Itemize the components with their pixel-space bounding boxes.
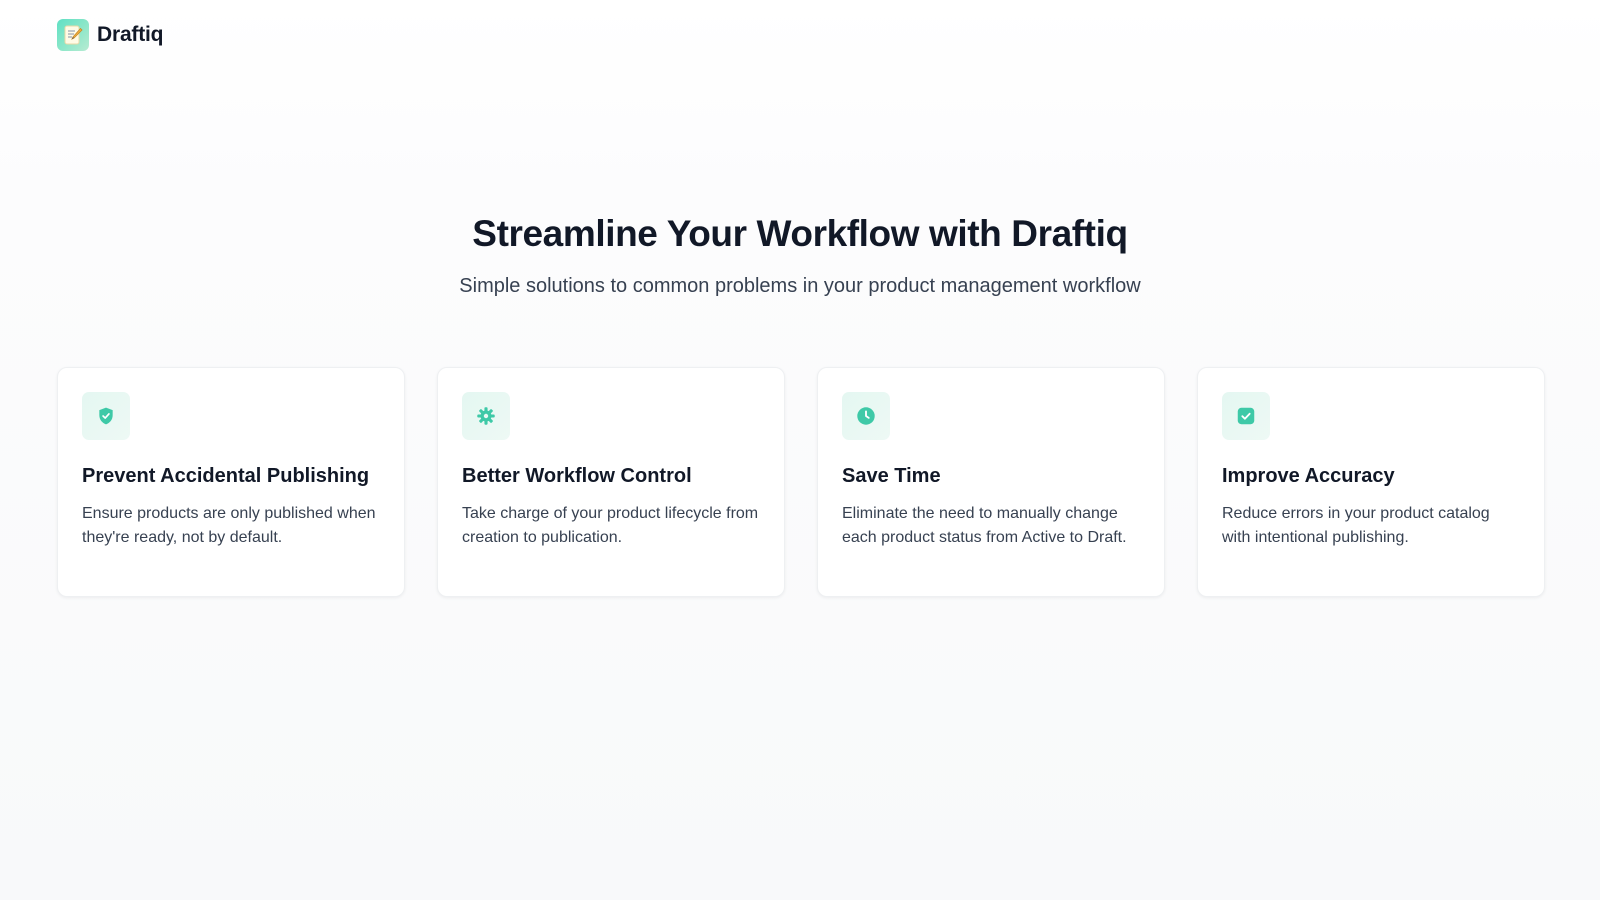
feature-card-save-time: Save Time Eliminate the need to manually… <box>817 367 1165 597</box>
memo-pencil-icon <box>57 19 89 51</box>
feature-card-improve-accuracy: Improve Accuracy Reduce errors in your p… <box>1197 367 1545 597</box>
feature-card-prevent-publishing: Prevent Accidental Publishing Ensure pro… <box>57 367 405 597</box>
clock-icon <box>842 392 890 440</box>
feature-title: Prevent Accidental Publishing <box>82 465 370 487</box>
feature-title: Improve Accuracy <box>1222 465 1395 487</box>
site-header: Draftiq <box>0 0 1600 100</box>
hero-section: Streamline Your Workflow with Draftiq Si… <box>0 212 1600 298</box>
feature-description: Eliminate the need to manually change ea… <box>842 505 1127 546</box>
brand-name: Draftiq <box>97 23 164 46</box>
gear-icon <box>462 392 510 440</box>
features-grid: Prevent Accidental Publishing Ensure pro… <box>57 367 1545 597</box>
feature-description: Ensure products are only published when … <box>82 505 376 546</box>
hero-title: Streamline Your Workflow with Draftiq <box>472 213 1128 254</box>
feature-card-workflow-control: Better Workflow Control Take charge of y… <box>437 367 785 597</box>
feature-title: Save Time <box>842 465 941 487</box>
hero-subtitle: Simple solutions to common problems in y… <box>459 275 1141 298</box>
brand[interactable]: Draftiq <box>57 19 163 51</box>
feature-description: Take charge of your product lifecycle fr… <box>462 505 759 546</box>
feature-title: Better Workflow Control <box>462 465 692 487</box>
feature-description: Reduce errors in your product catalog wi… <box>1222 505 1490 546</box>
check-square-icon <box>1222 392 1270 440</box>
shield-check-icon <box>82 392 130 440</box>
